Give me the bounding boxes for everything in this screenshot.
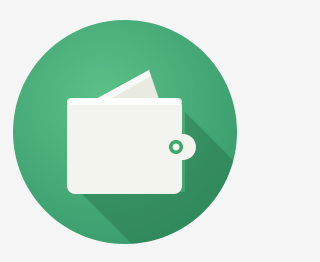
wallet-icon [0,0,251,262]
clasp-icon [160,134,196,160]
wallet-fold [67,98,182,105]
wallet-app-icon [0,0,251,262]
